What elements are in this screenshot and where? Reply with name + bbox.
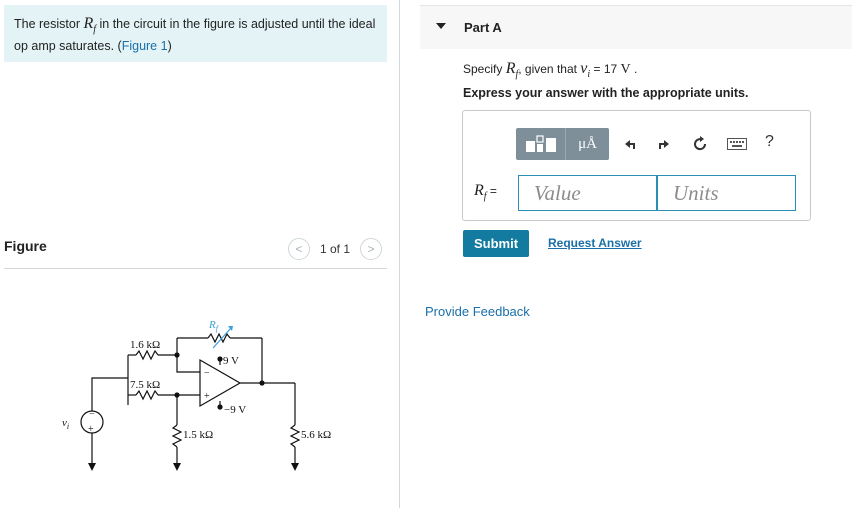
panel-divider [399, 0, 400, 508]
submit-button[interactable]: Submit [463, 230, 529, 257]
value-input[interactable]: Value [518, 175, 657, 211]
resistor-1-5k-label: 1.5 kΩ [183, 429, 213, 441]
units-button[interactable]: μÅ [566, 128, 609, 160]
help-button[interactable]: ? [765, 133, 774, 151]
figure-pager: < 1 of 1 > [288, 238, 383, 260]
figure-heading: Figure [4, 238, 47, 254]
next-figure-button[interactable]: > [360, 238, 383, 260]
feedback-resistor-label: Rf [208, 319, 220, 333]
prev-figure-button[interactable]: < [288, 238, 310, 260]
svg-text:−: − [204, 368, 210, 379]
resistor-7-5k-label: 7.5 kΩ [130, 379, 160, 391]
request-answer-link[interactable]: Request Answer [548, 236, 642, 250]
page-indicator: 1 of 1 [320, 242, 351, 256]
problem-text-end: ) [167, 39, 172, 54]
chevron-left-icon: < [295, 242, 303, 256]
part-a-header[interactable]: Part A [420, 5, 852, 49]
reset-icon [694, 136, 707, 151]
load-resistor-label: 5.6 kΩ [301, 429, 331, 441]
answer-instruction: Express your answer with the appropriate… [463, 86, 749, 100]
problem-text-before: The resistor [14, 17, 84, 31]
positive-supply-label: 9 V [223, 355, 239, 367]
redo-icon [659, 140, 669, 149]
templates-button[interactable] [516, 128, 566, 160]
part-title: Part A [464, 20, 502, 35]
resistor-1-6k-label: 1.6 kΩ [130, 339, 160, 351]
templates-icon [525, 135, 556, 152]
source-plus: + [88, 424, 94, 435]
provide-feedback-link[interactable]: Provide Feedback [425, 304, 530, 319]
chevron-right-icon: > [367, 242, 375, 256]
circuit-diagram: + − vi 1.6 kΩ 7.5 kΩ Rf − + 9 V −9 V 1.5… [62, 319, 331, 471]
source-label: vi [62, 417, 69, 431]
keyboard-button[interactable] [726, 133, 748, 155]
figure-divider [4, 268, 387, 269]
keyboard-icon [727, 138, 747, 150]
question-text: Specify Rf, given that vi = 17 V . [463, 60, 638, 81]
problem-statement: The resistor Rf in the circuit in the fi… [4, 5, 387, 62]
answer-variable-label: Rf = [474, 182, 497, 203]
svg-text:+: + [204, 391, 210, 402]
undo-button[interactable] [620, 133, 642, 155]
undo-icon [625, 140, 635, 149]
redo-button[interactable] [652, 133, 674, 155]
caret-down-icon [436, 23, 446, 29]
answer-box: μÅ ? Rf = Value Units [462, 110, 811, 221]
reset-button[interactable] [689, 133, 711, 155]
math-toolbar: μÅ [516, 128, 609, 160]
units-input[interactable]: Units [657, 175, 796, 211]
figure-link[interactable]: Figure 1 [122, 39, 168, 53]
negative-supply-label: −9 V [224, 404, 246, 416]
problem-variable: Rf [83, 15, 97, 36]
